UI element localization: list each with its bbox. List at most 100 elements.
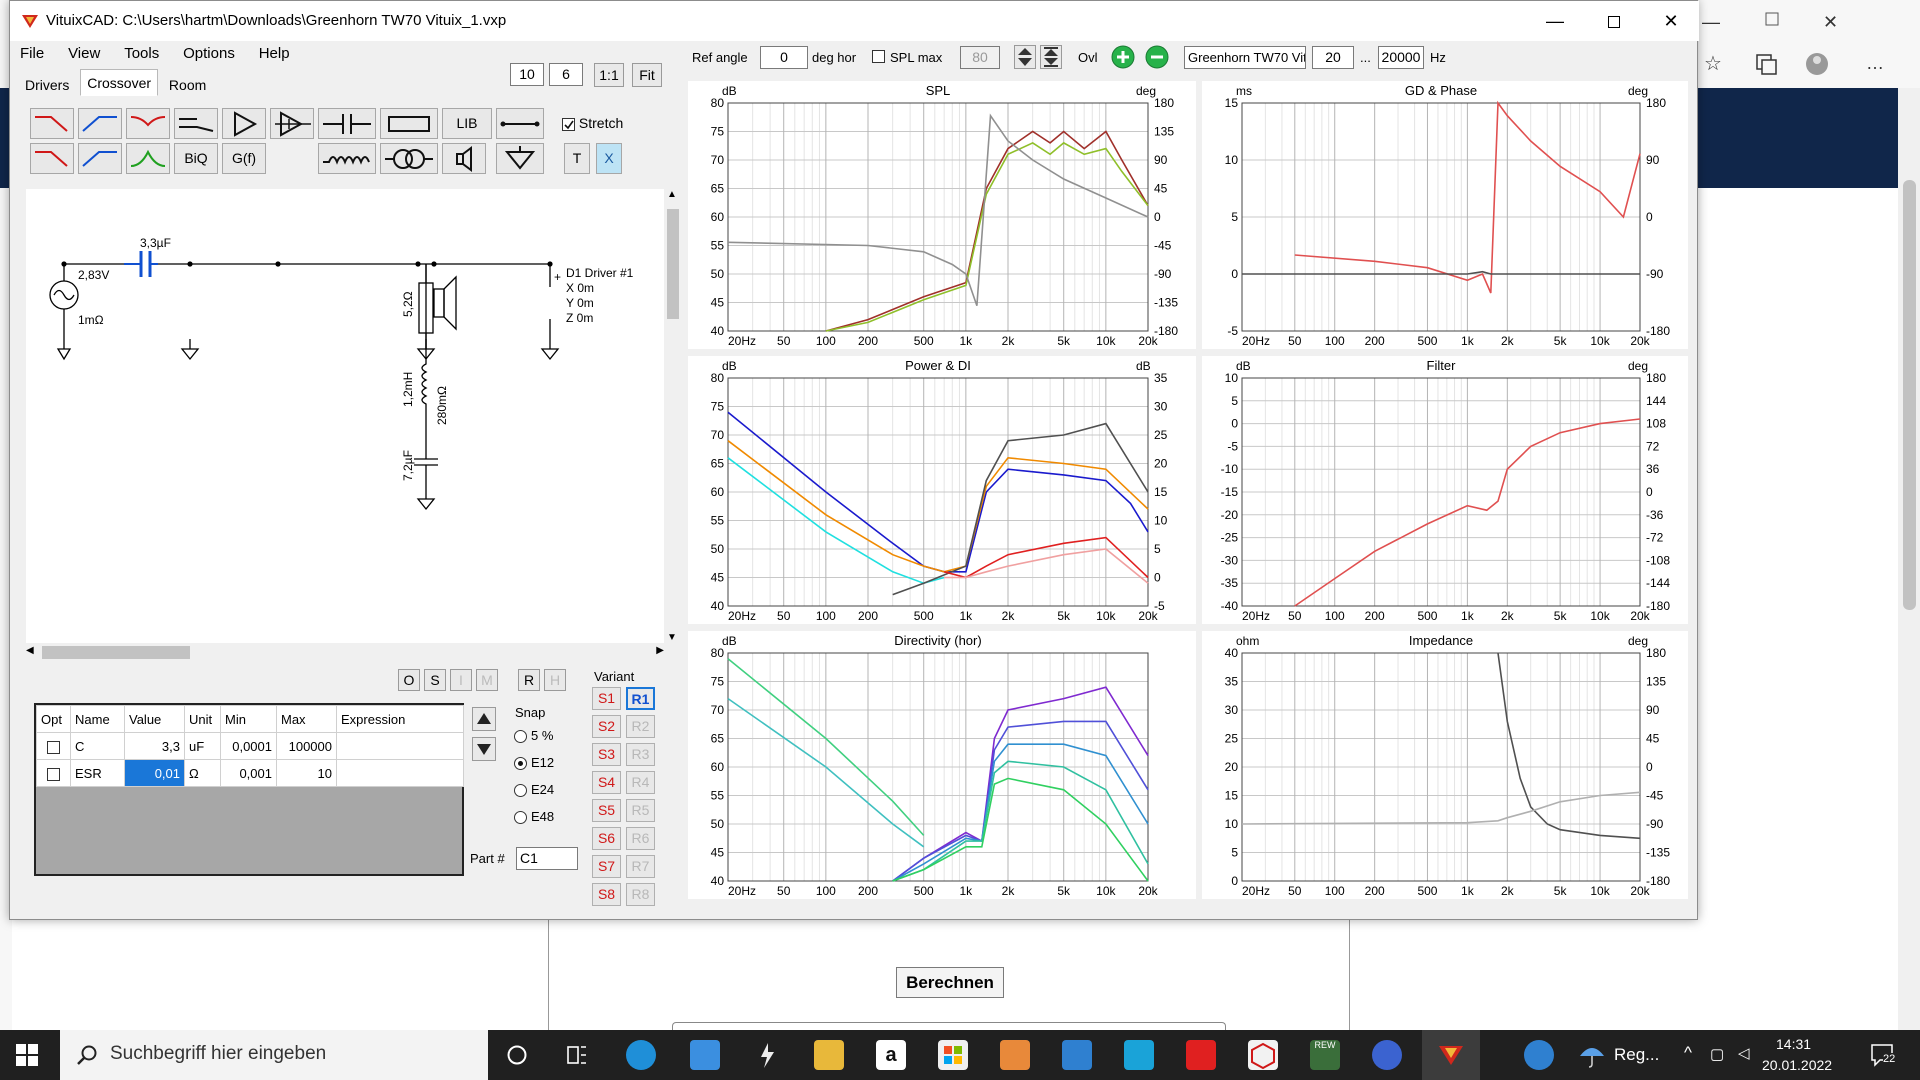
variant-s8-button[interactable]: S8 [592,883,621,906]
spl-max-checkbox[interactable] [872,50,885,63]
max-cell[interactable]: 10 [276,759,337,787]
inductor-icon[interactable] [318,143,376,174]
wire-icon[interactable] [496,108,544,139]
tab-crossover[interactable]: Crossover [80,69,159,96]
menu-view[interactable]: View [68,45,100,62]
part-option-s-button[interactable]: S [424,669,446,691]
resistor-icon[interactable] [380,108,438,139]
file-explorer-icon[interactable] [814,1040,844,1070]
directivity-graph[interactable]: Directivity (hor) dB 80 75 70 65 60 55 50 45 40 20H… [688,631,1196,899]
name-cell[interactable]: C [70,732,125,760]
notifications-icon[interactable]: 22 [1870,1042,1896,1068]
amplifier-icon[interactable] [222,108,266,139]
part-option-o-button[interactable]: O [398,669,420,691]
part-option-r-button[interactable]: R [518,669,540,691]
menu-file[interactable]: File [20,45,44,62]
schematic-canvas[interactable]: 2,83V 1mΩ 3,3µF 5,2Ω 1,2mH 280mΩ 7,2µF D… [26,189,664,643]
speaker-icon[interactable] [442,143,486,174]
spl-graph[interactable]: SPL dB deg 80 75 70 65 60 55 50 45 40 180 135 90 45 0 -45… [688,81,1196,349]
amazon-icon[interactable]: a [876,1040,906,1070]
variant-s6-button[interactable]: S6 [592,827,621,850]
close-button[interactable]: ✕ [1642,1,1700,41]
ground-icon[interactable] [496,143,544,174]
capacitor-icon[interactable] [318,108,376,139]
filter-graph[interactable]: Filter dB deg 10 5 0 -5 -10 -15 -20 -25 -30 -35 -40 18… [1202,356,1688,624]
mail-icon[interactable] [690,1040,720,1070]
stretch-checkbox[interactable]: Stretch [562,115,623,131]
name-cell[interactable]: ESR [70,759,125,787]
browser-scroll-thumb[interactable] [1903,180,1916,610]
variant-s1-button[interactable]: S1 [592,687,621,710]
expression-cell[interactable] [336,732,464,760]
tray-device-icon[interactable]: ▢ [1710,1045,1724,1063]
clock-date[interactable]: 20.01.2022 [1762,1057,1832,1073]
help-icon[interactable] [1524,1040,1554,1070]
variant-r4-button[interactable]: R4 [626,771,655,794]
highpass-blue-2-icon[interactable] [78,143,122,174]
variant-s2-button[interactable]: S2 [592,715,621,738]
vituixcad-taskbar-button[interactable] [1422,1030,1480,1080]
freq-min-input[interactable]: 20 [1312,46,1354,69]
lowpass-red-2-icon[interactable] [30,143,74,174]
part-option-h-button[interactable]: H [544,669,566,691]
tab-room[interactable]: Room [162,71,213,98]
menu-tools[interactable]: Tools [124,45,159,62]
cortana-icon[interactable] [506,1044,528,1066]
bandstop-red-icon[interactable] [126,108,170,139]
max-cell[interactable]: 100000 [276,732,337,760]
weather-text[interactable]: Reg... [1614,1045,1659,1065]
edge-icon[interactable] [626,1040,656,1070]
grid-x-input[interactable]: 10 [510,63,544,86]
spinner-limits-icon[interactable] [1040,45,1062,69]
youtube-icon[interactable] [1186,1040,1216,1070]
table-row[interactable]: C 3,3 uF 0,0001 100000 [36,732,464,760]
variant-r1-button[interactable]: R1 [626,687,655,710]
variant-r7-button[interactable]: R7 [626,855,655,878]
schematic-hscroll[interactable]: ◀ ▶ [26,643,664,663]
shelf-icon[interactable] [174,108,218,139]
snap-option-5pct[interactable]: 5 % [514,728,553,744]
ms-store-icon[interactable] [938,1040,968,1070]
delete-tool-button[interactable]: X [596,143,622,174]
lib-button[interactable]: LIB [442,108,492,139]
table-row[interactable]: ESR 0,01 Ω 0,001 10 [36,759,464,787]
part-number-input[interactable]: C1 [516,847,578,870]
value-cell-selected[interactable]: 0,01 [124,759,185,787]
cortana-app-icon[interactable] [1124,1040,1154,1070]
spl-max-input[interactable]: 80 [960,46,1000,69]
schematic-vscroll[interactable]: ▲ ▼ [664,189,682,643]
variant-s4-button[interactable]: S4 [592,771,621,794]
variant-r6-button[interactable]: R6 [626,827,655,850]
clock-time[interactable]: 14:31 [1776,1036,1811,1052]
gf-button[interactable]: G(f) [222,143,266,174]
snap-option-e48[interactable]: E48 [514,809,554,825]
variant-s7-button[interactable]: S7 [592,855,621,878]
expression-cell[interactable] [336,759,464,787]
rew-icon[interactable]: REW [1310,1040,1340,1070]
chat-app-icon[interactable] [1372,1040,1402,1070]
highpass-blue-icon[interactable] [78,108,122,139]
min-cell[interactable]: 0,0001 [220,732,277,760]
task-view-icon[interactable] [566,1044,588,1066]
variant-r2-button[interactable]: R2 [626,715,655,738]
app-lightning-icon[interactable] [752,1040,782,1070]
taskbar-search-box[interactable]: Suchbegriff hier eingeben [60,1030,488,1080]
add-overlay-icon[interactable] [1109,45,1137,69]
menu-options[interactable]: Options [183,45,235,62]
menu-help[interactable]: Help [259,45,290,62]
min-cell[interactable]: 0,001 [220,759,277,787]
lowpass-red-icon[interactable] [30,108,74,139]
variant-r5-button[interactable]: R5 [626,799,655,822]
project-name-input[interactable]: Greenhorn TW70 Vituix_ [1184,46,1306,69]
minimize-button[interactable]: — [1526,1,1584,41]
biq-button[interactable]: BiQ [174,143,218,174]
buffer-icon[interactable] [270,108,314,139]
transformer-icon[interactable] [380,143,438,174]
maximize-button[interactable] [1585,1,1643,41]
gd-phase-graph[interactable]: GD & Phase ms deg 15 10 5 0 -5 180 90 0 -90 -180 20Hz… [1202,81,1688,349]
zoom-1to1-button[interactable]: 1:1 [594,63,624,87]
variant-r8-button[interactable]: R8 [626,883,655,906]
spinner-up-down-icon[interactable] [1014,45,1036,69]
calculator-icon[interactable] [1062,1040,1092,1070]
opt-checkbox[interactable] [47,767,60,781]
